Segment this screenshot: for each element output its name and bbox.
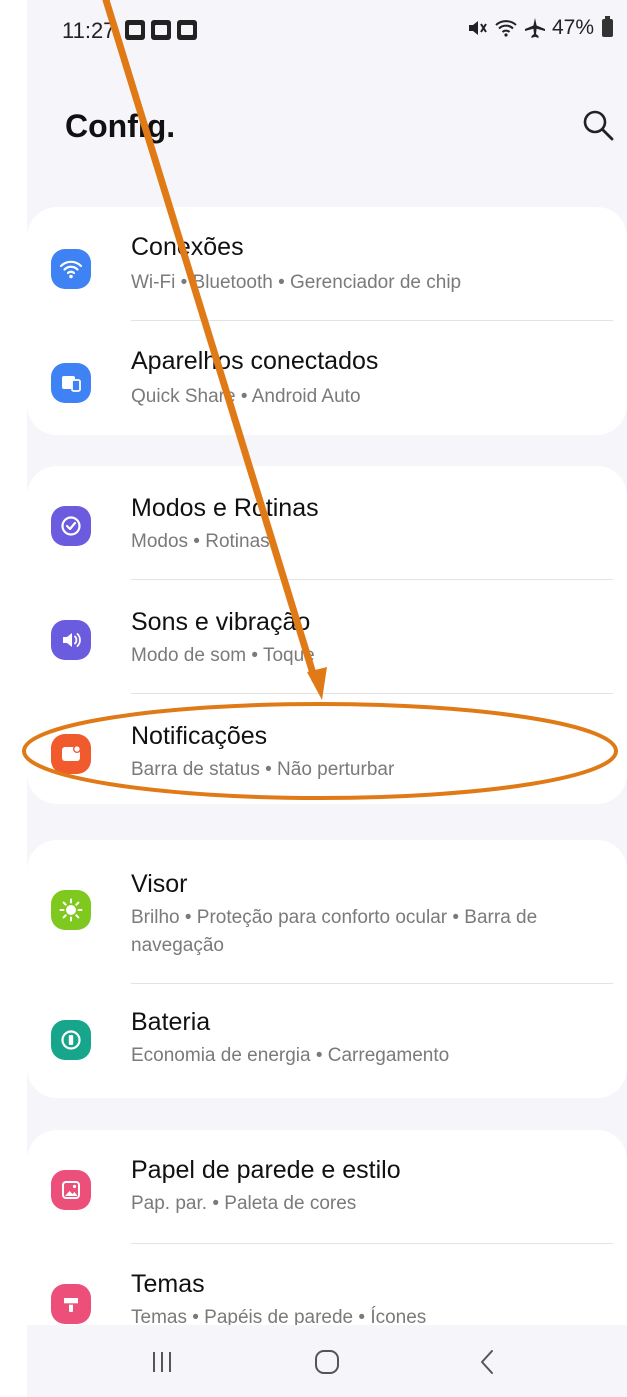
item-subtitle: Modo de som • Toque <box>131 645 315 666</box>
wallpaper-icon <box>51 1170 91 1210</box>
battery-care-icon <box>51 1020 91 1060</box>
notification-icon <box>51 734 91 774</box>
item-subtitle: Modos • Rotinas <box>131 531 270 552</box>
settings-item-sounds-vibration[interactable]: Sons e vibração Modo de som • Toque <box>27 580 627 694</box>
battery-percent: 47% <box>551 16 594 39</box>
settings-item-wallpaper-style[interactable]: Papel de parede e estilo Pap. par. • Pal… <box>27 1130 627 1244</box>
settings-item-modes-routines[interactable]: Modos e Rotinas Modos • Rotinas <box>27 466 627 580</box>
notification-icons <box>125 20 197 40</box>
connected-devices-icon <box>51 363 91 403</box>
sim-notification-icon <box>151 20 171 40</box>
volume-icon <box>51 620 91 660</box>
sim-notification-icon <box>177 20 197 40</box>
home-icon[interactable] <box>307 1347 347 1377</box>
item-subtitle: Barra de status • Não perturbar <box>131 759 395 780</box>
item-title: Sons e vibração <box>131 608 311 636</box>
item-title: Modos e Rotinas <box>131 494 319 522</box>
status-bar: 11:27 47% <box>27 0 627 60</box>
item-title: Bateria <box>131 1008 211 1036</box>
settings-item-battery[interactable]: Bateria Economia de energia • Carregamen… <box>27 984 627 1098</box>
page-title: Config. <box>65 108 176 144</box>
recent-apps-icon[interactable] <box>142 1347 182 1377</box>
settings-item-notifications[interactable]: Notificações Barra de status • Não pertu… <box>27 694 627 804</box>
brightness-icon <box>51 890 91 930</box>
status-indicators: 47% <box>466 16 613 40</box>
search-icon[interactable] <box>581 108 615 142</box>
settings-item-connections[interactable]: Conexões Wi-Fi • Bluetooth • Gerenciador… <box>27 207 627 321</box>
wifi-icon <box>51 249 91 289</box>
item-subtitle: Economia de energia • Carregamento <box>131 1045 450 1066</box>
status-time: 11:27 <box>62 18 116 43</box>
mute-icon <box>468 21 487 35</box>
item-title: Papel de parede e estilo <box>131 1156 401 1184</box>
item-subtitle: Quick Share • Android Auto <box>131 386 361 407</box>
settings-item-display[interactable]: Visor Brilho • Proteção para conforto oc… <box>27 840 627 984</box>
settings-item-connected-devices[interactable]: Aparelhos conectados Quick Share • Andro… <box>27 321 627 435</box>
settings-group-display-battery: Visor Brilho • Proteção para conforto oc… <box>27 840 627 1098</box>
back-icon[interactable] <box>467 1347 507 1377</box>
airplane-icon <box>524 18 545 38</box>
item-title: Visor <box>131 870 188 898</box>
settings-screen: 11:27 47% Config. Conexões Wi-Fi • Bluet… <box>27 0 627 1397</box>
item-subtitle: Wi-Fi • Bluetooth • Gerenciador de chip <box>131 272 462 293</box>
navigation-bar <box>27 1325 627 1397</box>
item-title: Conexões <box>131 233 244 261</box>
settings-group-modes-sounds: Modos e Rotinas Modos • Rotinas Sons e v… <box>27 466 627 804</box>
settings-group-connectivity: Conexões Wi-Fi • Bluetooth • Gerenciador… <box>27 207 627 435</box>
battery-icon <box>602 16 613 37</box>
modes-routines-icon <box>51 506 91 546</box>
item-subtitle: Pap. par. • Paleta de cores <box>131 1193 357 1214</box>
gallery-notification-icon <box>125 20 145 40</box>
themes-icon <box>51 1284 91 1324</box>
item-title: Aparelhos conectados <box>131 347 379 375</box>
wifi-icon <box>495 20 517 37</box>
item-subtitle: Brilho • Proteção para conforto ocular •… <box>131 907 538 956</box>
item-title: Notificações <box>131 722 268 750</box>
item-title: Temas <box>131 1270 205 1298</box>
